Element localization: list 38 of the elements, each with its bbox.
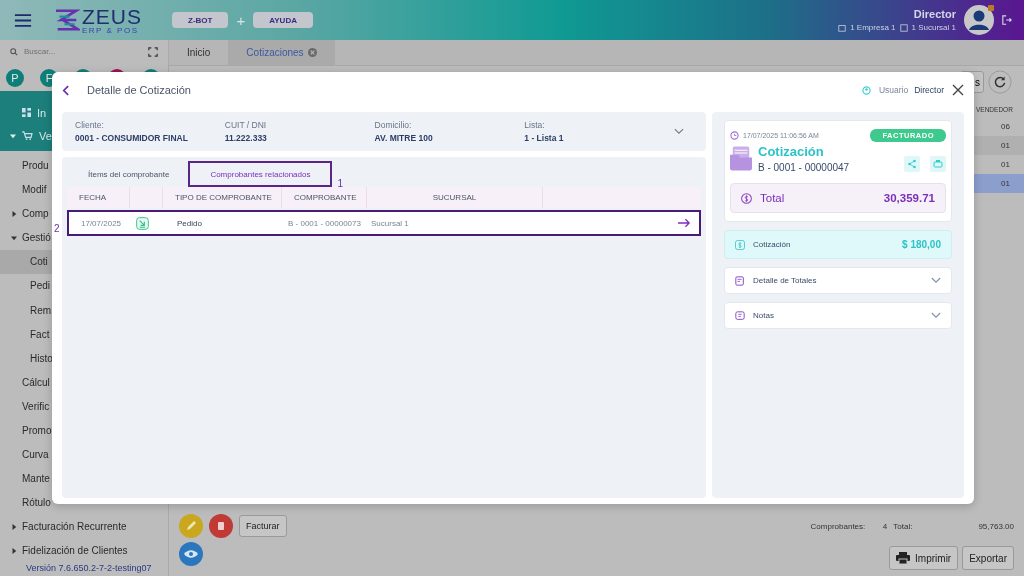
dialog-title: Detalle de Cotización (87, 84, 191, 96)
count-value: 4 (881, 522, 888, 531)
field-value: 1 - Lista 1 (524, 133, 565, 143)
field-label: CUIT / DNI (224, 120, 268, 130)
field-label: Cliente: (75, 120, 105, 130)
logo-subtitle: ERP & POS (82, 26, 140, 35)
amount-value: $ 180,00 (902, 239, 941, 250)
field-label: Domicilio: (374, 120, 413, 130)
column-header: TIPO DE COMPROBANTE (163, 187, 282, 208)
field-value: 0001 - CONSUMIDOR FINAL (75, 133, 189, 143)
column-header: COMPROBANTE (282, 187, 367, 208)
version-label: Versión 7.6.650.2-7-2-testing07 (25, 563, 153, 575)
user-name: Director (913, 8, 956, 20)
column-header: SUCURSAL (367, 187, 543, 208)
document-number: B - 0001 - 00000047 (758, 162, 850, 173)
document-type: Cotización (758, 144, 825, 159)
count-label: Comprobantes: (810, 522, 866, 531)
annotation-number: 1 (337, 178, 343, 189)
plus-sign: + (236, 11, 246, 29)
total-label: Total: (893, 522, 913, 531)
total-value: 95,763.00 (978, 522, 1014, 531)
table-cell-text: Pedido (176, 218, 203, 228)
field-value: 11.222.333 (224, 133, 268, 143)
field-label: Lista: (524, 120, 546, 130)
amount-label: Cotización (753, 240, 791, 249)
company-label: 1 Empresa 1 (850, 23, 896, 32)
total-value: 30,359.71 (883, 192, 935, 204)
table-cell-text: 17/07/2025 (80, 218, 123, 228)
branch-label: 1 Sucursal 1 (911, 23, 956, 32)
table-cell-text: B - 0001 - 00000073 (287, 218, 362, 228)
user-label: Usuario (878, 85, 909, 95)
column-header: FECHA (67, 187, 130, 208)
logo-title: ZEUS (82, 5, 142, 27)
field-value: AV. MITRE 100 (374, 133, 434, 143)
table-cell-text: Sucursal 1 (370, 218, 410, 228)
annotation-number: 2 (54, 223, 60, 234)
total-label: Total (760, 192, 785, 204)
user-value: Director (914, 85, 944, 95)
